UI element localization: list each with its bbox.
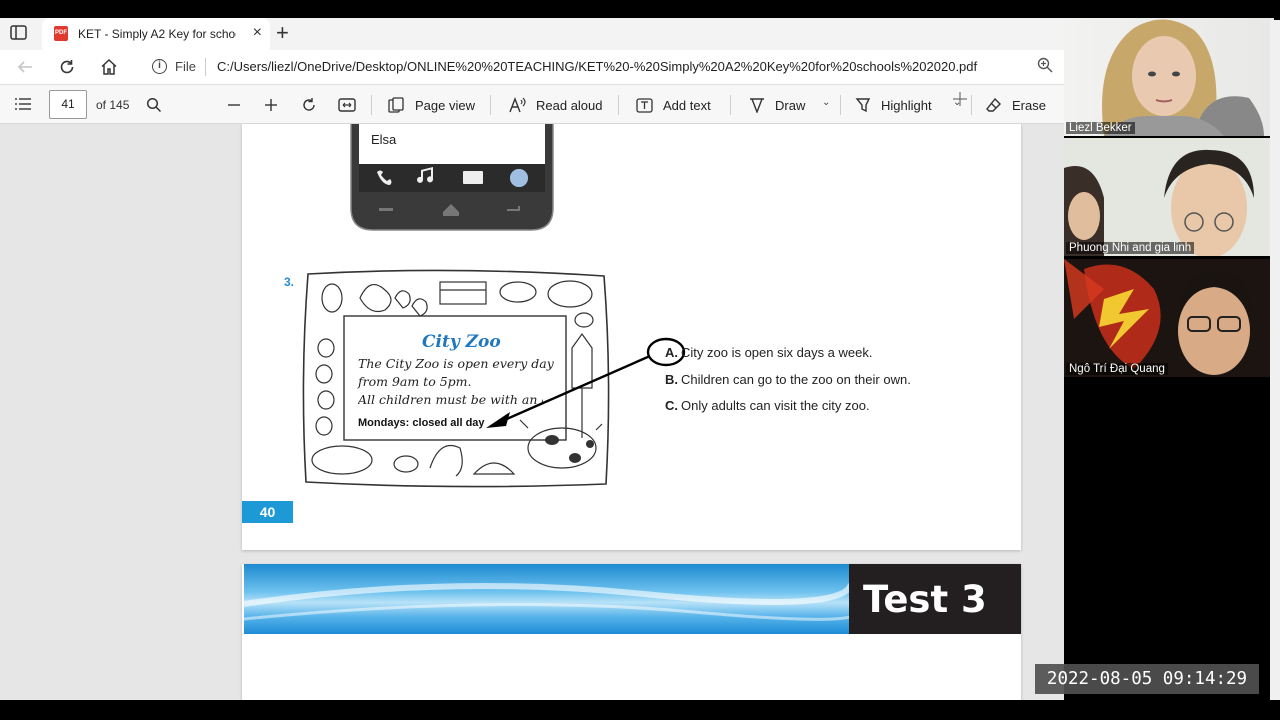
find-icon[interactable] [146,94,172,116]
address-bar[interactable]: i File C:/Users/liezl/OneDrive/Desktop/O… [150,54,1062,80]
read-aloud-button[interactable]: Read aloud [509,94,603,116]
vertical-scrollbar[interactable] [1270,20,1280,700]
toolbar-separator [618,95,619,115]
zoom-out-icon[interactable] [226,94,252,116]
rotate-icon[interactable] [301,94,327,116]
participants-panel: Liezl Bekker Phuong Nhi and gia linh Ngô… [1064,0,1280,720]
toolbar-separator [371,95,372,115]
participant-video[interactable]: Phuong Nhi and gia linh [1064,138,1274,256]
answer-option-c[interactable]: C. Only adults can visit the city zoo. [665,398,870,413]
read-aloud-label: Read aloud [536,97,603,113]
erase-label: Erase [1012,97,1046,113]
participant-avatar [1064,259,1251,375]
back-arrow-icon[interactable] [14,56,36,78]
page-total: of 145 [96,98,130,112]
page-number-badge: 40 [242,501,293,523]
page-number-input[interactable]: 41 [49,90,87,119]
participant-name: Phuong Nhi and gia linh [1066,242,1195,254]
toolbar-separator [730,95,731,115]
pdf-document-area[interactable]: Elsa 3. City Zoo The City Zoo is open ev… [0,124,1064,700]
file-label: File [175,59,196,74]
option-text: Children can go to the zoo on their own. [681,372,911,387]
tab-title: KET - Simply A2 Key for schools [78,27,236,41]
tab-strip: PDF KET - Simply A2 Key for schools × + [0,18,1064,50]
page-view-button[interactable]: Page view [388,94,475,116]
participant-avatar [1064,149,1254,256]
draw-button[interactable]: Draw [749,94,805,116]
participant-video[interactable]: Liezl Bekker [1064,18,1274,136]
participant-video[interactable]: Ngô Trí Đại Quang [1064,259,1274,377]
info-icon[interactable]: i [152,59,167,74]
pdf-page: Elsa 3. City Zoo The City Zoo is open ev… [242,124,1021,550]
option-letter: B. [665,372,678,387]
participant-name: Ngô Trí Đại Quang [1066,363,1168,375]
answer-option-b[interactable]: B. Children can go to the zoo on their ow… [665,372,911,387]
tab-actions-icon[interactable] [10,25,30,43]
draw-chevron-down-icon[interactable]: ⌄ [822,97,830,108]
pdf-page: Test 3 [242,564,1021,700]
test-label-box: Test 3 [849,564,1021,634]
zoo-notice-mondays: Mondays: closed all day [358,417,485,429]
fit-to-width-icon[interactable] [338,94,366,116]
answer-option-a[interactable]: A. City zoo is open six days a week. [665,345,872,360]
toolbar-separator [840,95,841,115]
add-text-button[interactable]: Add text [636,94,711,116]
tab-close-icon[interactable]: × [253,25,262,41]
zoom-in-icon[interactable] [263,94,289,116]
zoo-notice-line: from 9am to 5pm. [358,374,472,389]
participant-avatar [1102,19,1264,136]
table-of-contents-icon[interactable] [14,96,32,112]
highlight-label: Highlight [881,97,932,113]
tab-pdf[interactable]: PDF KET - Simply A2 Key for schools × [42,18,270,50]
phone-contact-name: Elsa [371,132,397,147]
pdf-toolbar: 41 of 145 Page view Read aloud Add text … [0,84,1064,124]
browser-window: PDF KET - Simply A2 Key for schools × + … [0,18,1064,700]
refresh-icon[interactable] [56,56,78,78]
zoom-icon[interactable] [1036,56,1056,76]
test-title: Test 3 [863,578,987,621]
address-separator [205,58,206,76]
navigation-bar: i File C:/Users/liezl/OneDrive/Desktop/O… [0,50,1064,84]
url-text[interactable]: C:/Users/liezl/OneDrive/Desktop/ONLINE%2… [217,59,977,74]
highlight-button[interactable]: Highlight [855,94,932,116]
option-letter: C. [665,398,678,413]
question-number: 3. [284,275,295,289]
toolbar-separator [971,95,972,115]
option-text: City zoo is open six days a week. [681,345,873,360]
page-view-label: Page view [415,97,475,113]
draw-label: Draw [775,97,806,113]
option-text: Only adults can visit the city zoo. [681,398,870,413]
erase-button[interactable]: Erase [986,94,1046,116]
pdf-file-icon: PDF [54,26,68,41]
new-tab-icon[interactable]: + [276,21,289,45]
option-letter: A. [665,345,678,360]
participant-name: Liezl Bekker [1066,122,1135,134]
add-text-label: Add text [663,97,711,113]
move-cursor-icon [953,92,967,111]
recording-timestamp: 2022-08-05 09:14:29 [1035,664,1259,694]
screen: PDF KET - Simply A2 Key for schools × + … [0,0,1280,720]
home-icon[interactable] [98,56,120,78]
test-banner-graphic [244,564,851,634]
toolbar-separator [490,95,491,115]
